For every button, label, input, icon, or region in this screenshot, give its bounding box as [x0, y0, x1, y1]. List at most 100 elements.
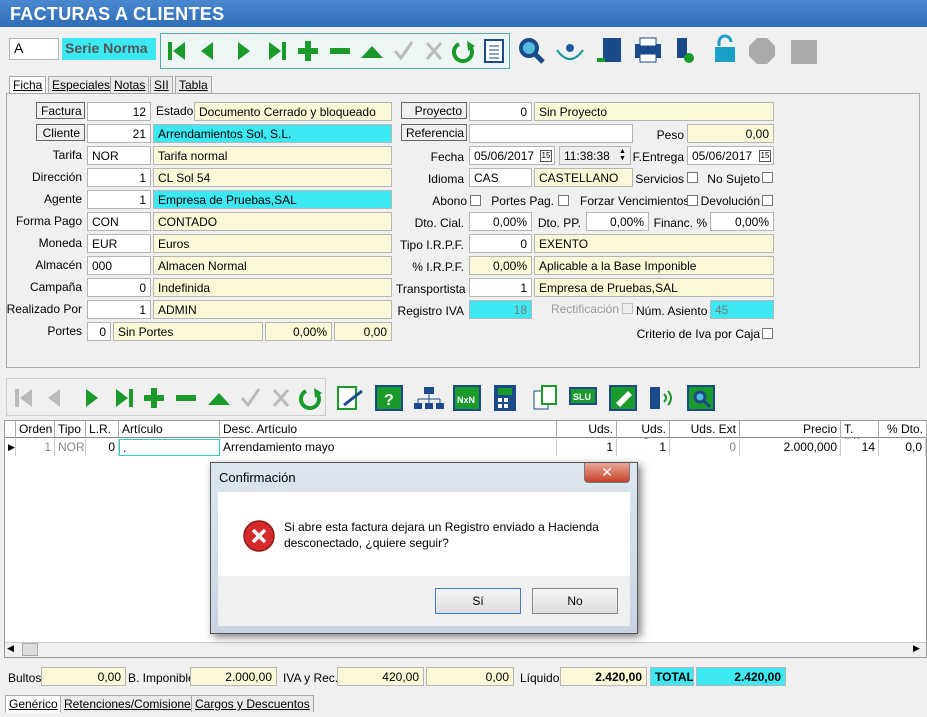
portes-input[interactable]: 0	[87, 322, 111, 341]
edit-line-icon[interactable]	[208, 393, 230, 405]
table-cell-uds[interactable]: 1	[557, 439, 617, 456]
grid-header-articulo[interactable]: Artículo	[119, 421, 220, 438]
search-window-icon[interactable]	[687, 385, 715, 411]
realizado-input[interactable]: 1	[87, 300, 151, 319]
grid-header-uds[interactable]: Uds.	[557, 421, 617, 438]
financ-input[interactable]: 0,00%	[710, 212, 774, 231]
no-button[interactable]: No	[532, 588, 618, 614]
tab-generico[interactable]: Genérico	[5, 695, 62, 713]
grid-header-desc[interactable]: Desc. Artículo	[220, 421, 557, 438]
nxn-icon[interactable]: NxN	[453, 385, 481, 411]
idioma-input[interactable]: CAS	[469, 168, 532, 187]
servicios-checkbox[interactable]	[687, 172, 698, 183]
grid-header-uds-sec[interactable]: Uds. Sec.	[617, 421, 670, 450]
almacen-input[interactable]: 000	[87, 256, 151, 275]
refresh-icon[interactable]	[451, 41, 475, 64]
tab-cargos[interactable]: Cargos y Descuentos	[191, 695, 314, 712]
delete-line-icon[interactable]	[176, 395, 196, 401]
grid-header-uds-ext[interactable]: Uds. Ext	[670, 421, 740, 438]
calendar-icon[interactable]: 15	[540, 150, 552, 162]
abono-checkbox[interactable]	[470, 195, 481, 206]
tab-notas[interactable]: Notas	[110, 76, 150, 93]
table-cell-uds-ext[interactable]: 0	[670, 439, 740, 456]
table-cell-dto[interactable]: 0,0	[879, 439, 926, 456]
search-icon[interactable]	[519, 38, 545, 64]
time-spinner-icon[interactable]: ▲ ▼	[616, 148, 629, 163]
referencia-button[interactable]: Referencia	[401, 124, 467, 141]
grid-header-dto[interactable]: % Dto.	[879, 421, 927, 438]
tab-especiales[interactable]: Especiales	[48, 76, 115, 93]
table-cell-orden[interactable]: 1	[16, 439, 55, 456]
cliente-input[interactable]: 21	[87, 124, 151, 143]
edit-document-icon[interactable]	[337, 386, 363, 410]
forma-pago-input[interactable]: CON	[87, 212, 151, 231]
table-cell-tiva[interactable]: 14	[841, 439, 879, 456]
direccion-input[interactable]: 1	[87, 168, 151, 187]
first-record-icon[interactable]	[168, 42, 185, 60]
tree-structure-icon[interactable]	[414, 387, 444, 409]
grid-header-tipo[interactable]: Tipo	[55, 421, 86, 438]
nosujeto-checkbox[interactable]	[762, 172, 773, 183]
delete-record-icon[interactable]	[330, 48, 350, 54]
factura-input[interactable]: 12	[87, 102, 151, 121]
next-line-icon[interactable]	[86, 389, 98, 407]
slu-icon[interactable]: SLU	[569, 387, 597, 405]
table-cell-uds-sec[interactable]: 1	[617, 439, 670, 456]
scrollbar-thumb[interactable]	[22, 643, 38, 656]
calendar-icon[interactable]: 15	[759, 150, 771, 162]
mobile-touch-icon[interactable]	[677, 38, 694, 63]
horizontal-scrollbar[interactable]	[5, 642, 926, 657]
signal-icon[interactable]	[556, 44, 584, 60]
table-cell-articulo[interactable]: .	[119, 439, 220, 456]
scroll-right-icon[interactable]: ▶	[913, 643, 920, 654]
referencia-input[interactable]	[469, 124, 633, 143]
campana-input[interactable]: 0	[87, 278, 151, 297]
devolucion-checkbox[interactable]	[762, 195, 773, 206]
moneda-input[interactable]: EUR	[87, 234, 151, 253]
criterio-iva-caja-checkbox[interactable]	[762, 328, 773, 339]
proyecto-button[interactable]: Proyecto	[401, 102, 467, 119]
tipo-irpf-input[interactable]: 0	[469, 234, 532, 253]
agente-input[interactable]: 1	[87, 190, 151, 209]
transportista-input[interactable]: 1	[469, 278, 532, 297]
tag-window-icon[interactable]	[609, 385, 637, 411]
last-record-icon[interactable]	[269, 42, 286, 60]
refresh-lines-icon[interactable]	[298, 388, 322, 411]
confirm-icon[interactable]	[393, 41, 414, 61]
tarifa-input[interactable]: NOR	[87, 146, 151, 165]
cliente-button[interactable]: Cliente	[36, 124, 85, 141]
table-cell-desc[interactable]: Arrendamiento mayo	[220, 439, 557, 456]
grid-header-lr[interactable]: L.R.	[86, 421, 119, 438]
grid-header-precio[interactable]: Precio	[740, 421, 841, 438]
dto-pp-input[interactable]: 0,00%	[586, 212, 649, 231]
print-icon[interactable]	[635, 37, 661, 63]
table-cell-tipo[interactable]: NOR	[55, 439, 86, 456]
add-line-icon[interactable]	[144, 388, 164, 408]
tab-retenciones[interactable]: Retenciones/Comisiones	[60, 695, 201, 712]
series-code-input[interactable]: A	[9, 38, 59, 60]
grid-header-orden[interactable]: Orden	[16, 421, 55, 438]
cancel-icon[interactable]	[425, 42, 443, 60]
edit-record-icon[interactable]	[361, 46, 383, 58]
door-signal-icon[interactable]	[650, 387, 672, 409]
next-record-icon[interactable]	[238, 42, 250, 60]
previous-record-icon[interactable]	[201, 42, 213, 60]
table-cell-precio[interactable]: 2.000,000	[740, 439, 841, 456]
calculator-help-icon[interactable]	[494, 385, 516, 411]
tab-ficha[interactable]: Ficha	[9, 76, 47, 94]
table-cell-lr[interactable]: 0	[86, 439, 119, 456]
last-line-icon[interactable]	[116, 389, 133, 407]
forzar-vencimientos-checkbox[interactable]	[687, 195, 698, 206]
help-window-icon[interactable]: ?	[375, 385, 403, 411]
report-icon[interactable]	[484, 39, 504, 63]
tab-sii[interactable]: SII	[150, 76, 173, 93]
close-icon[interactable]: ✕	[584, 463, 630, 483]
yes-button[interactable]: Sí	[435, 588, 521, 614]
add-record-icon[interactable]	[298, 41, 318, 61]
unlock-icon[interactable]	[715, 34, 735, 62]
grid-header-tiva[interactable]: T. IVA	[841, 421, 879, 450]
copy-documents-icon[interactable]	[533, 385, 557, 410]
door-icon[interactable]	[597, 38, 621, 62]
tab-tabla[interactable]: Tabla	[175, 76, 212, 93]
scroll-left-icon[interactable]: ◀	[7, 643, 14, 654]
